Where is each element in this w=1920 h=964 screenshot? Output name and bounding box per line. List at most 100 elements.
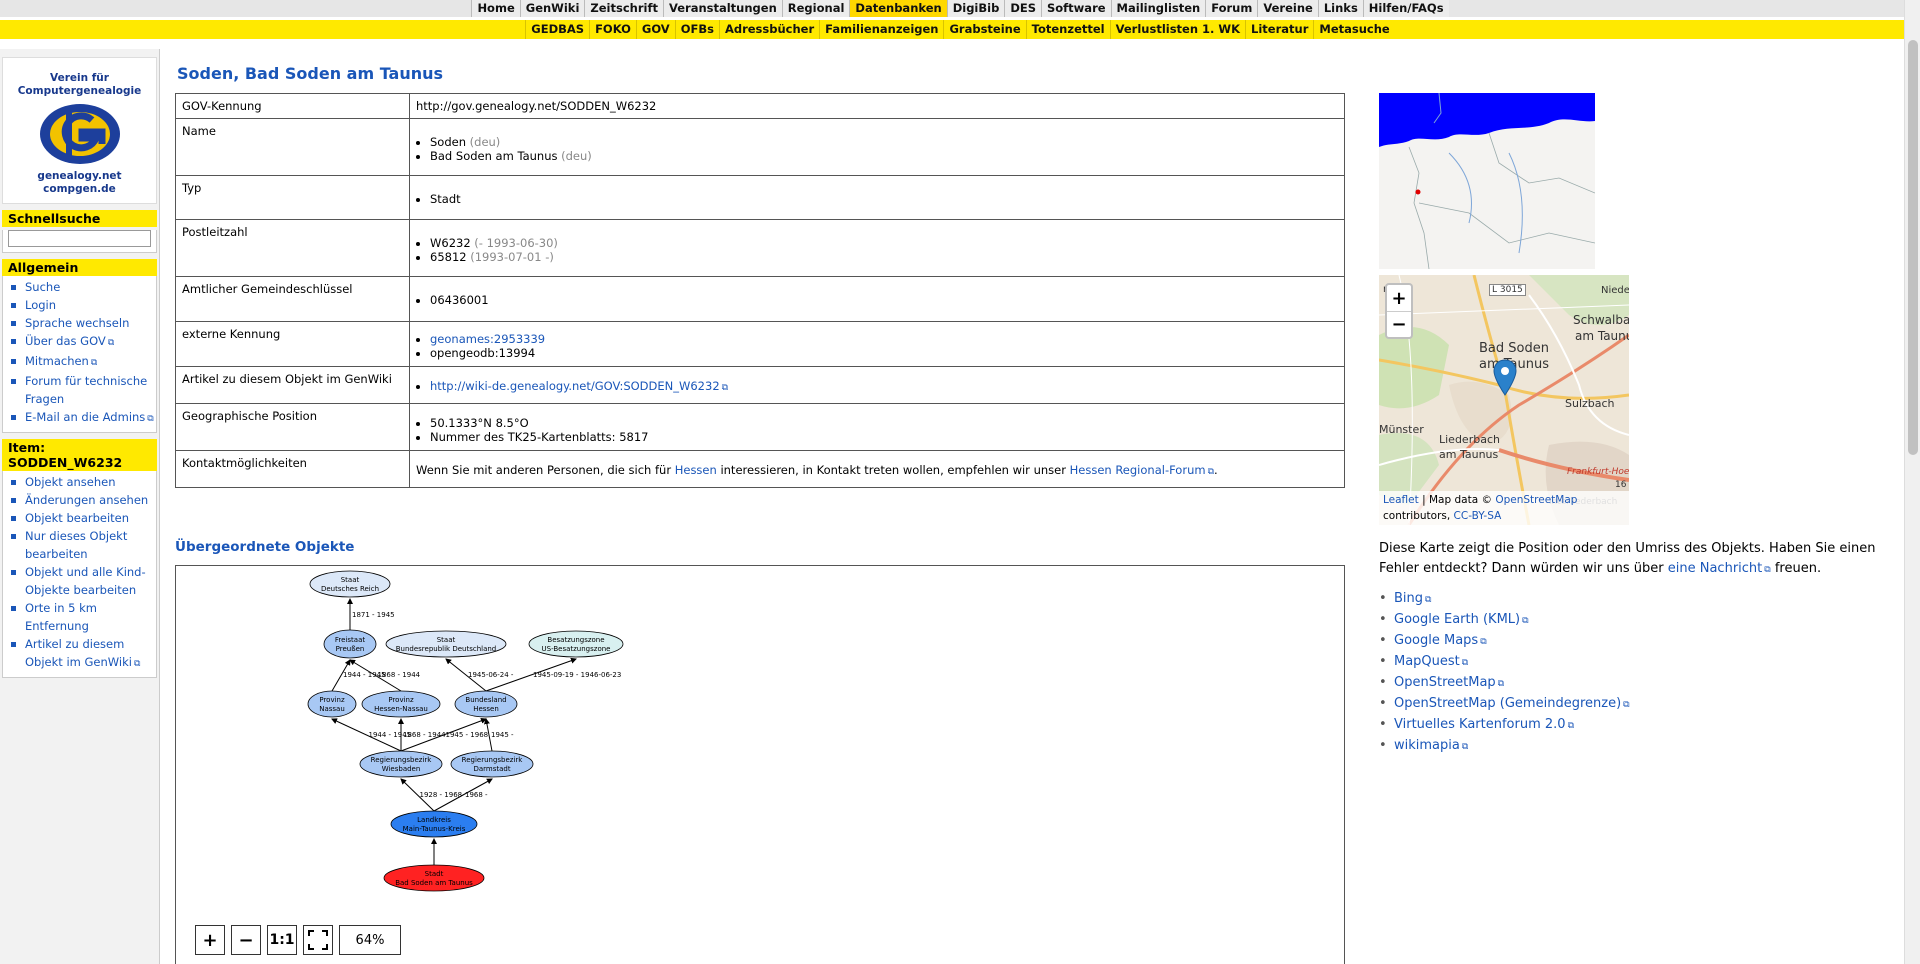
external-map-link[interactable]: OpenStreetMap (Gemeindegrenze) [1394, 696, 1630, 711]
subnav-2[interactable]: GOV [635, 20, 675, 39]
hessen-link[interactable]: Hessen [675, 463, 717, 477]
scrollbar-thumb[interactable] [1908, 40, 1918, 455]
sidebar-link[interactable]: Mitmachen [25, 354, 97, 368]
page-scrollbar[interactable] [1904, 0, 1920, 964]
graph-node[interactable]: RegierungsbezirkWiesbaden [359, 750, 443, 778]
sidebar-link[interactable]: Orte in 5 km Entfernung [25, 601, 97, 633]
topnav-0[interactable]: Home [471, 0, 520, 17]
subnav-7[interactable]: Totenzettel [1025, 20, 1110, 39]
subnav-4[interactable]: Adressbücher [718, 20, 820, 39]
topnav-8[interactable]: Software [1041, 0, 1111, 17]
geonames-link[interactable]: geonames:2953339 [430, 332, 545, 346]
topnav-6[interactable]: DigiBib [946, 0, 1005, 17]
sidebar-link[interactable]: Änderungen ansehen [25, 493, 148, 507]
sidebar-item: Objekt ansehen [9, 473, 156, 491]
item-box: Objekt ansehen Änderungen ansehen Objekt b… [2, 471, 157, 678]
sidebar-link[interactable]: Suche [25, 280, 60, 294]
topnav-11[interactable]: Vereine [1257, 0, 1318, 17]
graph-node[interactable]: StaatDeutsches Reich [309, 570, 391, 598]
hierarchy-graph[interactable]: 1871 - 1945 1944 - 1945 1868 - 1944 1945-06… [175, 565, 1345, 964]
topnav-10[interactable]: Forum [1205, 0, 1258, 17]
graph-node[interactable]: RegierungsbezirkDarmstadt [450, 750, 534, 778]
map-zoom-out-button[interactable]: − [1387, 311, 1411, 337]
sidebar-link[interactable]: Objekt bearbeiten [25, 511, 129, 525]
regional-forum-link[interactable]: Hessen Regional-Forum [1070, 463, 1214, 477]
table-row: Name Soden (deu) Bad Soden am Taunus (de… [175, 118, 1345, 176]
graph-node[interactable]: ProvinzNassau [307, 690, 357, 718]
graph-node[interactable]: BundeslandHessen [454, 690, 518, 718]
graph-controls: + − 1:1 64% [195, 925, 401, 955]
external-map-link[interactable]: MapQuest [1394, 654, 1468, 669]
sidebar-link[interactable]: E-Mail an die Admins [25, 410, 154, 424]
graph-node[interactable]: StaatBundesrepublik Deutschland [385, 630, 507, 658]
map-description: Diese Karte zeigt die Position oder den … [1379, 539, 1899, 580]
sidebar: Verein für Computergenealogie genealogy.… [0, 49, 160, 964]
sidebar-link[interactable]: Nur dieses Objekt bearbeiten [25, 529, 127, 561]
postcode-label: Postleitzahl [175, 219, 410, 277]
quick-search-input[interactable] [8, 230, 151, 247]
subnav-6[interactable]: Grabsteine [943, 20, 1026, 39]
hierarchy-graph-canvas[interactable]: 1871 - 19451944 - 19451868 - 1944 1945-06… [176, 566, 1345, 964]
topnav-9[interactable]: Mailinglisten [1110, 0, 1206, 17]
graph-edge-label: 1968 - [465, 791, 488, 799]
sidebar-link[interactable]: Login [25, 298, 56, 312]
location-marker-icon[interactable] [1493, 359, 1517, 397]
graph-edge-label: 1945 - 1968 [446, 731, 489, 739]
sidebar-link[interactable]: Über das GOV [25, 334, 114, 348]
graph-reset-zoom-button[interactable]: 1:1 [267, 925, 297, 955]
list-item: geonames:2953339 [430, 332, 1338, 346]
graph-zoom-out-button[interactable]: − [231, 925, 261, 955]
map-attribution: Leaflet | Map data © OpenStreetMap contr… [1379, 491, 1629, 525]
graph-edge-label: 1945-06-24 - [468, 671, 514, 679]
graph-node[interactable]: LandkreisMain-Taunus-Kreis [390, 810, 478, 838]
subnav-9[interactable]: Literatur [1245, 20, 1314, 39]
external-map-link[interactable]: Google Earth (KML) [1394, 612, 1529, 627]
osm-link[interactable]: OpenStreetMap [1495, 494, 1577, 506]
external-map-link[interactable]: OpenStreetMap [1394, 675, 1504, 690]
topnav-5[interactable]: Datenbanken [849, 0, 947, 17]
topnav-12[interactable]: Links [1317, 0, 1363, 17]
subnav-8[interactable]: Verlustlisten 1. WK [1109, 20, 1246, 39]
sidebar-link[interactable]: Sprache wechseln [25, 316, 129, 330]
topnav-7[interactable]: DES [1004, 0, 1041, 17]
item-header: Item: SODDEN_W6232 [2, 439, 157, 471]
graph-node-label: Bundesland [465, 696, 506, 704]
subnav-3[interactable]: OFBs [674, 20, 719, 39]
subnav-0[interactable]: GEDBAS [525, 20, 590, 39]
graph-edge-label: 1945-09-19 - 1946-06-23 [533, 671, 621, 679]
cc-by-sa-link[interactable]: CC-BY-SA [1454, 510, 1502, 522]
external-map-link[interactable]: wikimapia [1394, 738, 1468, 753]
graph-node[interactable]: StadtBad Soden am Taunus [383, 864, 485, 892]
graph-node[interactable]: FreistaatPreußen [323, 629, 377, 659]
graph-node-label: Landkreis [417, 816, 451, 824]
topnav-3[interactable]: Veranstaltungen [662, 0, 782, 17]
sidebar-link[interactable]: Objekt ansehen [25, 475, 116, 489]
map-zoom-in-button[interactable]: + [1387, 285, 1411, 311]
sidebar-link[interactable]: Objekt und alle Kind-Objekte bearbeiten [25, 565, 146, 597]
external-id-label: externe Kennung [175, 321, 410, 367]
location-map[interactable]: nhain L 3015 Niede Schwalba am Taunu Bad… [1379, 275, 1629, 525]
topnav-13[interactable]: Hilfen/FAQs [1362, 0, 1449, 17]
object-info-table: GOV-Kennung http://gov.genealogy.net/SOD… [175, 93, 1345, 488]
topnav-2[interactable]: Zeitschrift [584, 0, 663, 17]
sub-navigation: GEDBAS FOKO GOV OFBs Adressbücher Familienanz… [0, 20, 1920, 39]
external-map-link[interactable]: Bing [1394, 591, 1431, 606]
graph-node[interactable]: ProvinzHessen-Nassau [361, 690, 441, 718]
external-map-link[interactable]: Virtuelles Kartenforum 2.0 [1394, 717, 1574, 732]
graph-node[interactable]: BesatzungszoneUS-Besatzungszone [528, 630, 624, 658]
topnav-1[interactable]: GenWiki [519, 0, 585, 17]
graph-zoom-in-button[interactable]: + [195, 925, 225, 955]
name-label: Name [175, 118, 410, 176]
graph-fit-button[interactable] [303, 925, 333, 955]
sidebar-link[interactable]: Forum für technische Fragen [25, 374, 147, 406]
subnav-1[interactable]: FOKO [589, 20, 636, 39]
sidebar-link[interactable]: Artikel zu diesem Objekt im GenWiki [25, 637, 140, 669]
leaflet-link[interactable]: Leaflet [1383, 494, 1419, 506]
genwiki-article-link[interactable]: http://wiki-de.genealogy.net/GOV:SODDEN_… [430, 379, 728, 393]
subnav-10[interactable]: Metasuche [1313, 20, 1395, 39]
topnav-4[interactable]: Regional [781, 0, 850, 17]
send-message-link[interactable]: eine Nachricht [1668, 561, 1771, 576]
external-map-link[interactable]: Google Maps [1394, 633, 1487, 648]
logo[interactable]: Verein für Computergenealogie genealogy.… [2, 57, 157, 204]
subnav-5[interactable]: Familienanzeigen [819, 20, 944, 39]
